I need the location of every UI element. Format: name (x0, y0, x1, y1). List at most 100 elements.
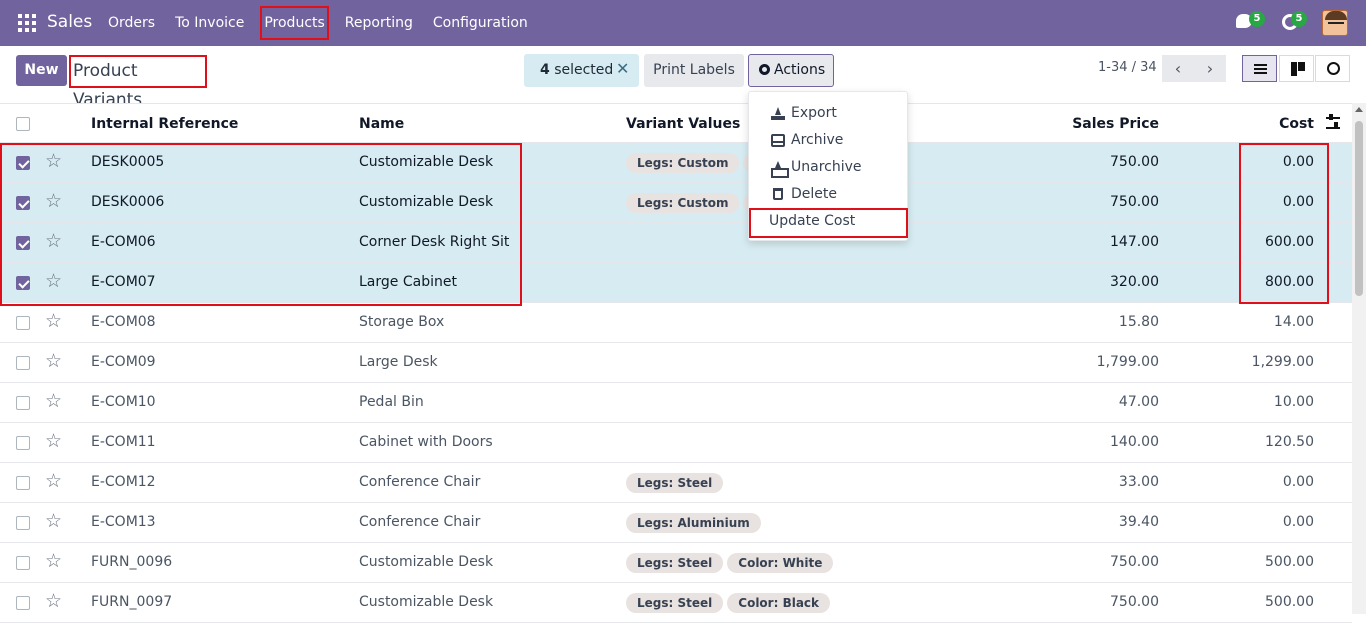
cell-variant-values: Legs: Steel Color: Black (626, 593, 834, 613)
table-row[interactable]: ☆ FURN_0096 Customizable Desk Legs: Steel Co… (0, 543, 1352, 583)
table-row[interactable]: ☆ E-COM11 Cabinet with Doors 140.00 120.50 (0, 423, 1352, 463)
table-row[interactable]: ☆ E-COM12 Conference Chair Legs: Steel 33.00… (0, 463, 1352, 503)
star-icon[interactable]: ☆ (45, 391, 62, 411)
new-button[interactable]: New (16, 55, 67, 86)
row-checkbox[interactable] (16, 396, 30, 410)
export-icon (771, 107, 785, 120)
cell-sales-price: 750.00 (1110, 154, 1159, 170)
cell-sales-price: 147.00 (1110, 234, 1159, 250)
cell-name: Large Desk (359, 354, 438, 370)
select-all-checkbox[interactable] (16, 117, 30, 131)
row-checkbox[interactable] (16, 236, 30, 250)
table-row[interactable]: ☆ E-COM07 Large Cabinet 320.00 800.00 (0, 263, 1352, 303)
optional-columns-icon[interactable] (1326, 114, 1340, 129)
clear-selection-icon[interactable]: ✕ (616, 59, 629, 78)
export-menu-item[interactable]: Export (749, 100, 907, 127)
column-cost[interactable]: Cost (1230, 116, 1314, 132)
table-row[interactable]: ☆ E-COM13 Conference Chair Legs: Aluminium 3… (0, 503, 1352, 543)
column-name[interactable]: Name (359, 116, 404, 132)
table-row[interactable]: ☆ E-COM09 Large Desk 1,799.00 1,299.00 (0, 343, 1352, 383)
cell-cost: 500.00 (1265, 554, 1314, 570)
cell-internal-reference: E-COM12 (91, 474, 156, 490)
print-labels-button[interactable]: Print Labels (644, 54, 744, 87)
cell-sales-price: 750.00 (1110, 554, 1159, 570)
star-icon[interactable]: ☆ (45, 431, 62, 451)
pager-next-button[interactable]: › (1194, 55, 1226, 82)
export-label: Export (791, 105, 837, 121)
table-row[interactable]: ☆ E-COM08 Storage Box 15.80 14.00 (0, 303, 1352, 343)
archive-menu-item[interactable]: Archive (749, 127, 907, 154)
star-icon[interactable]: ☆ (45, 351, 62, 371)
column-internal-reference[interactable]: Internal Reference (91, 116, 238, 132)
list-view-button[interactable] (1242, 55, 1277, 82)
row-checkbox[interactable] (16, 556, 30, 570)
row-checkbox[interactable] (16, 276, 30, 290)
star-icon[interactable]: ☆ (45, 191, 62, 211)
star-icon[interactable]: ☆ (45, 311, 62, 331)
cell-cost: 500.00 (1265, 594, 1314, 610)
star-icon[interactable]: ☆ (45, 151, 62, 171)
cell-cost: 0.00 (1282, 514, 1314, 530)
menu-products[interactable]: Products (254, 0, 334, 46)
cell-name: Conference Chair (359, 474, 481, 490)
row-checkbox[interactable] (16, 516, 30, 530)
cell-cost: 120.50 (1265, 434, 1314, 450)
apps-menu-icon[interactable] (18, 14, 36, 32)
cell-sales-price: 1,799.00 (1096, 354, 1159, 370)
column-sales-price[interactable]: Sales Price (1030, 116, 1159, 132)
star-icon[interactable]: ☆ (45, 551, 62, 571)
kanban-view-button[interactable] (1279, 55, 1314, 82)
scrollbar[interactable] (1352, 103, 1366, 614)
menu-to-invoice[interactable]: To Invoice (165, 0, 254, 46)
cell-name: Cabinet with Doors (359, 434, 493, 450)
selected-label: selected (554, 62, 614, 78)
cell-cost: 10.00 (1273, 394, 1314, 410)
menu-reporting[interactable]: Reporting (335, 0, 423, 46)
activity-view-button[interactable] (1315, 55, 1350, 82)
star-icon[interactable]: ☆ (45, 591, 62, 611)
star-icon[interactable]: ☆ (45, 511, 62, 531)
table-row[interactable]: ☆ FURN_0097 Customizable Desk Legs: Steel Co… (0, 583, 1352, 623)
cell-name: Customizable Desk (359, 554, 494, 570)
cell-internal-reference: E-COM09 (91, 354, 156, 370)
row-checkbox[interactable] (16, 156, 30, 170)
scroll-up-icon[interactable] (1355, 107, 1363, 112)
user-avatar[interactable] (1322, 10, 1348, 36)
cell-name: Large Cabinet (359, 274, 457, 290)
cell-sales-price: 15.80 (1118, 314, 1159, 330)
scroll-thumb[interactable] (1355, 121, 1363, 296)
menu-configuration[interactable]: Configuration (423, 0, 538, 46)
column-variant-values[interactable]: Variant Values (626, 116, 740, 132)
table-row[interactable]: ☆ E-COM06 Corner Desk Right Sit 147.00 600.0… (0, 223, 1352, 263)
cell-internal-reference: DESK0006 (91, 194, 165, 210)
cell-sales-price: 140.00 (1110, 434, 1159, 450)
table-row[interactable]: ☆DESK0005Customizable DeskLegs: CustomC7… (0, 143, 1352, 183)
row-checkbox[interactable] (16, 316, 30, 330)
row-checkbox[interactable] (16, 476, 30, 490)
table-row[interactable]: ☆DESK0006Customizable DeskLegs: CustomC7… (0, 183, 1352, 223)
row-checkbox[interactable] (16, 196, 30, 210)
cell-name: Customizable Desk (359, 154, 494, 170)
row-checkbox[interactable] (16, 436, 30, 450)
star-icon[interactable]: ☆ (45, 471, 62, 491)
pager-value[interactable]: 1-34 / 34 (1098, 60, 1157, 75)
pager-previous-button[interactable]: ‹ (1162, 55, 1194, 82)
delete-menu-item[interactable]: Delete (749, 181, 907, 208)
app-brand[interactable]: Sales (47, 12, 92, 32)
unarchive-menu-item[interactable]: Unarchive (749, 154, 907, 181)
row-checkbox[interactable] (16, 596, 30, 610)
update-cost-menu-item[interactable]: Update Cost (749, 208, 907, 235)
top-navbar: Sales Orders To Invoice Products Reporti… (0, 0, 1366, 46)
star-icon[interactable]: ☆ (45, 231, 62, 251)
cell-internal-reference: E-COM08 (91, 314, 156, 330)
menu-orders[interactable]: Orders (98, 0, 165, 46)
table-row[interactable]: ☆ E-COM10 Pedal Bin 47.00 10.00 (0, 383, 1352, 423)
activity-badge: 5 (1291, 11, 1307, 27)
row-checkbox[interactable] (16, 356, 30, 370)
star-icon[interactable]: ☆ (45, 271, 62, 291)
selected-count: 4 (540, 62, 550, 78)
delete-label: Delete (791, 186, 837, 202)
actions-button[interactable]: Actions (748, 54, 834, 87)
cell-variant-values: Legs: Aluminium (626, 513, 765, 533)
cell-cost: 1,299.00 (1251, 354, 1314, 370)
